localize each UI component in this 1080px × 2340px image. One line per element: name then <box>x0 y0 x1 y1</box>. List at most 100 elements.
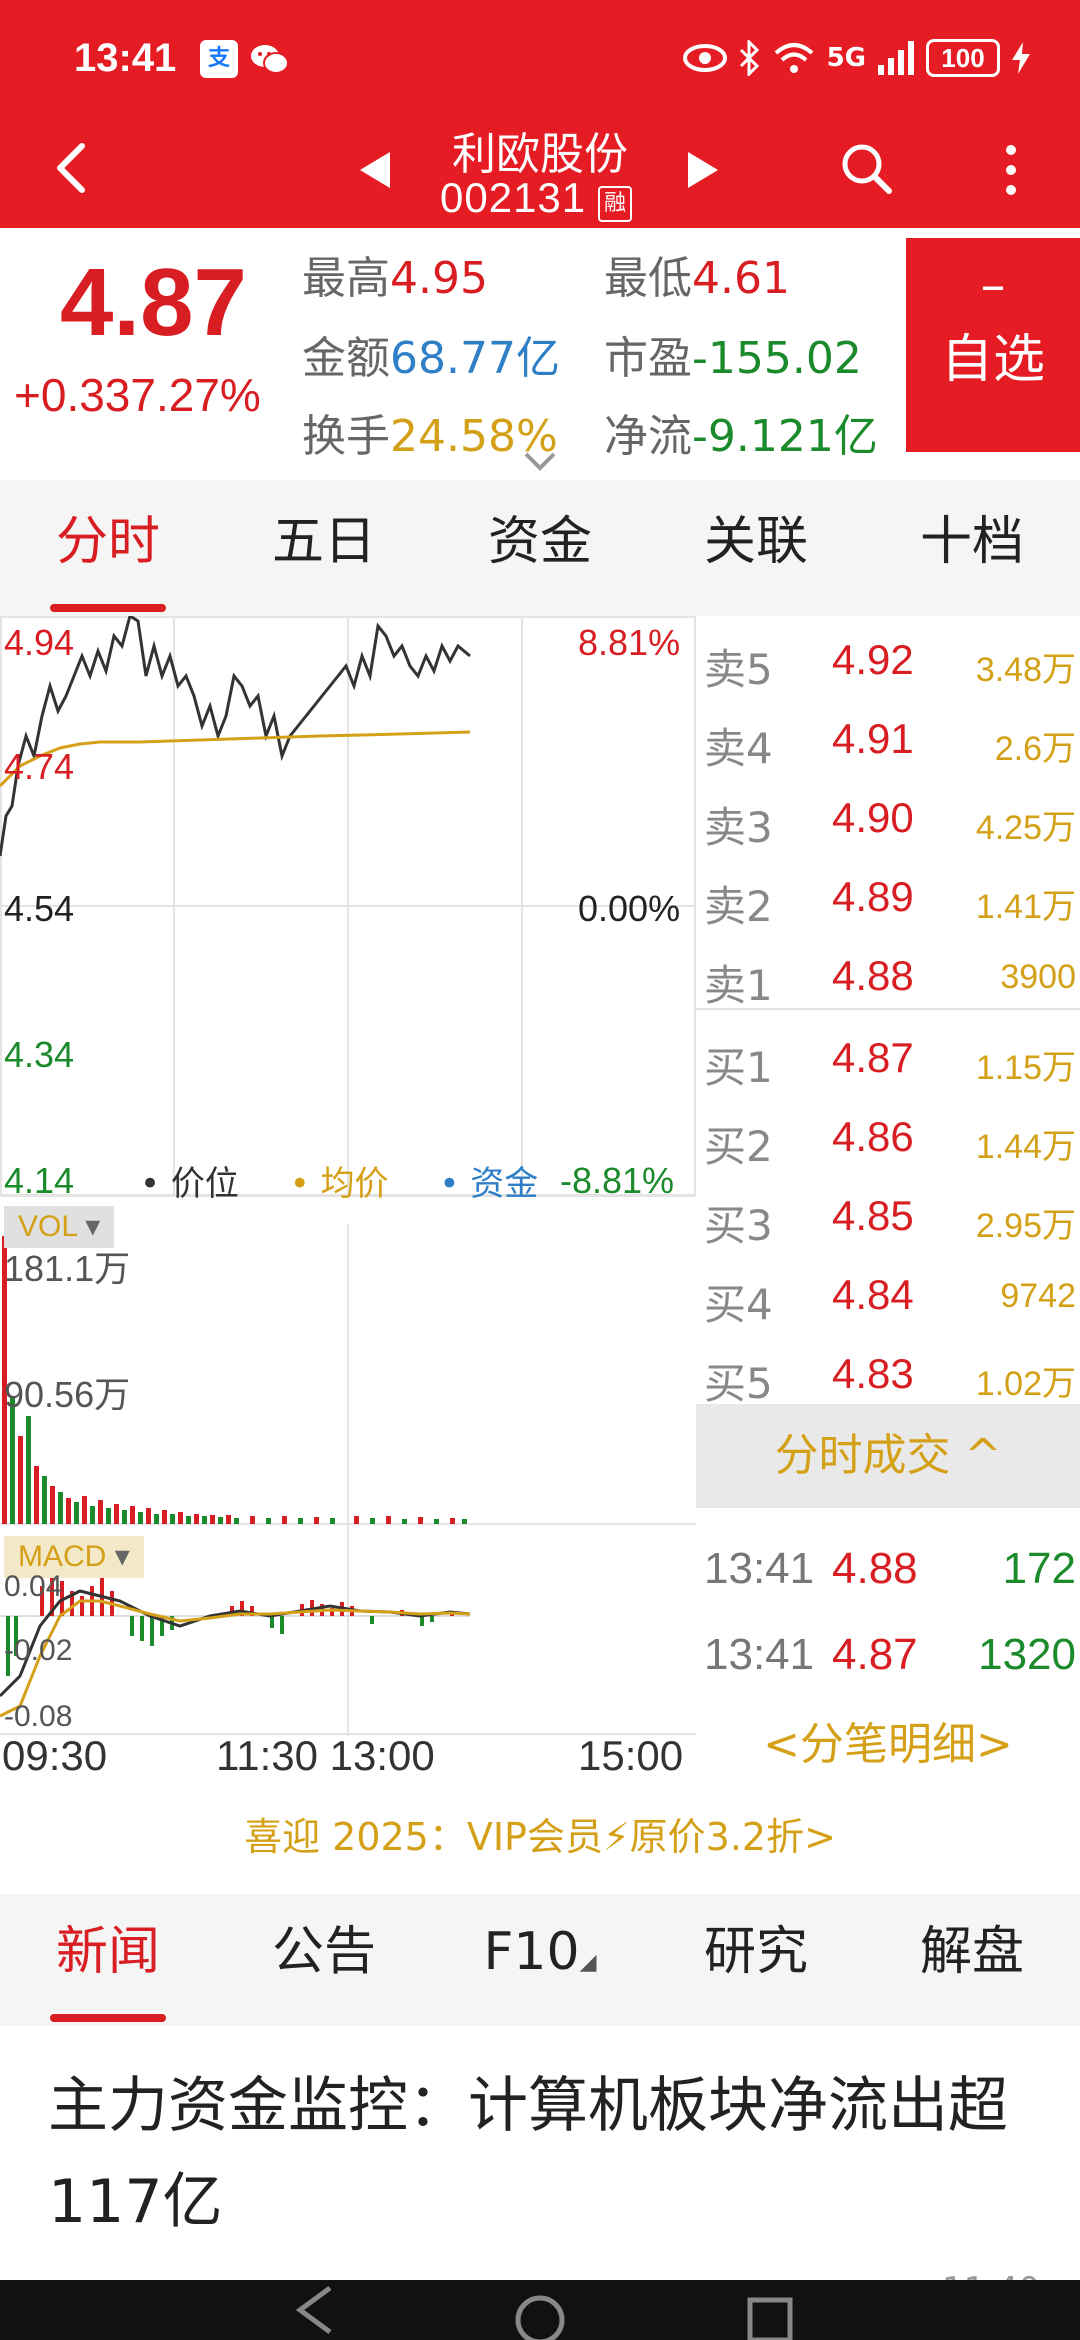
level-label: 买3 <box>704 1201 773 1250</box>
level-volume: 1.15万 <box>975 1049 1076 1087</box>
level-volume: 4.25万 <box>975 809 1076 847</box>
network-type: 5G <box>826 43 866 73</box>
tick-detail-link[interactable]: <分笔明细> <box>696 1708 1080 1772</box>
level-label: 买5 <box>704 1359 773 1408</box>
chart-tabs: 分时 五日 资金 关联 十档 <box>0 480 1080 616</box>
order-book-row: 买1 4.87 1.15万 <box>696 1020 1080 1098</box>
level-label: 卖2 <box>704 882 773 931</box>
stat-value: 4.61 <box>692 253 790 304</box>
level-label: 卖5 <box>704 645 773 694</box>
stat-turnover: 换手24.58% <box>302 400 558 464</box>
legend-price: • 价位 <box>140 1164 239 1204</box>
status-indicators: 5G 100 <box>682 36 1030 80</box>
macd-indicator-label: MACD <box>18 1540 107 1573</box>
system-home-icon[interactable] <box>515 2295 565 2340</box>
level-volume: 1.44万 <box>975 1128 1076 1166</box>
stat-value: -155.02 <box>692 333 862 384</box>
status-bar: 13:41 支 5G 100 <box>0 0 1080 110</box>
tab-ten-level[interactable]: 十档 <box>864 480 1080 616</box>
system-recents-icon[interactable] <box>747 2297 793 2340</box>
search-icon[interactable] <box>838 140 894 196</box>
level-price: 4.87 <box>832 1034 914 1081</box>
legend-funds: • 资金 <box>439 1164 539 1204</box>
tick-volume: 1320 <box>978 1630 1076 1679</box>
alipay-icon: 支 <box>200 40 238 78</box>
price-axis-label: 4.34 <box>4 1034 75 1075</box>
stat-value: -9.121亿 <box>692 411 878 462</box>
level-label: 买1 <box>704 1043 773 1092</box>
more-icon[interactable] <box>996 140 1026 200</box>
tab-announcements[interactable]: 公告 <box>216 1894 432 2026</box>
level-price: 4.90 <box>832 794 914 841</box>
tab-related[interactable]: 关联 <box>648 480 864 616</box>
favorite-button[interactable]: – 自选 <box>906 238 1080 452</box>
next-stock-icon[interactable] <box>688 152 718 188</box>
stat-value: 4.95 <box>390 253 488 304</box>
tab-intraday[interactable]: 分时 <box>0 480 216 616</box>
stat-value: 68.77亿 <box>390 333 560 384</box>
quote-panel: 4.87 +0.337.27% 最高4.95 最低4.61 金额68.77亿 市… <box>0 228 1080 480</box>
level-price: 4.88 <box>832 952 914 999</box>
level-price: 4.85 <box>832 1192 914 1239</box>
wechat-icon <box>251 45 289 74</box>
tick-volume: 172 <box>1002 1544 1076 1593</box>
pct-axis-label: 0.00% <box>578 888 681 929</box>
price-axis-label: 4.54 <box>4 888 75 929</box>
stat-label: 金额 <box>302 333 390 384</box>
macd-axis-label: 0.04 <box>4 1570 63 1603</box>
status-time: 13:41 <box>74 36 177 80</box>
tab-analysis[interactable]: 解盘 <box>864 1894 1080 2026</box>
tick-price: 4.88 <box>832 1544 918 1593</box>
order-book-row: 卖5 4.92 3.48万 <box>696 622 1080 700</box>
order-book-divider <box>696 1008 1080 1010</box>
tab-funds[interactable]: 资金 <box>432 480 648 616</box>
chevron-down-icon[interactable] <box>522 450 558 472</box>
stat-amount: 金额68.77亿 <box>302 322 560 386</box>
stat-label: 最高 <box>302 253 390 304</box>
tab-research[interactable]: 研究 <box>648 1894 864 2026</box>
tab-five-day[interactable]: 五日 <box>216 480 432 616</box>
nav-bar: 利欧股份 002131 融 <box>0 110 1080 228</box>
stat-net-flow: 净流-9.121亿 <box>604 400 878 464</box>
level-volume: 3900 <box>1000 958 1076 996</box>
volume-indicator-label: VOL <box>18 1210 77 1243</box>
top-bar: 13:41 支 5G 100 利欧股份 002131 融 <box>0 0 1080 228</box>
stat-high: 最高4.95 <box>302 242 488 306</box>
tick-row: 13:41 4.87 1320 <box>696 1630 1080 1710</box>
stock-code: 002131 <box>440 174 587 221</box>
stat-label: 换手 <box>302 411 390 462</box>
tick-time: 13:41 <box>704 1544 815 1593</box>
chart-legend: • 价位 • 均价 • 资金 <box>140 1156 578 1205</box>
level-price: 4.86 <box>832 1113 914 1160</box>
order-book-row: 卖4 4.91 2.6万 <box>696 701 1080 779</box>
time-axis-label: 09:30 <box>2 1732 108 1779</box>
order-book-row: 卖1 4.88 3900 <box>696 938 1080 1016</box>
tab-f10[interactable]: F10◢ <box>432 1894 648 2026</box>
system-navigation-bar <box>0 2280 1080 2340</box>
level-volume: 1.41万 <box>975 888 1076 926</box>
wifi-icon <box>774 43 813 73</box>
battery-indicator: 100 <box>926 39 1000 77</box>
tab-news[interactable]: 新闻 <box>0 1894 216 2026</box>
system-back-icon[interactable] <box>295 2285 332 2335</box>
change-percent: 7.27% <box>130 369 261 421</box>
order-book-row: 买2 4.86 1.44万 <box>696 1099 1080 1177</box>
level-volume: 2.95万 <box>975 1207 1076 1245</box>
vip-promo-banner[interactable]: 喜迎 2025：VIP会员⚡原价3.2折> <box>0 1806 1080 1861</box>
news-headline[interactable]: 主力资金监控：计算机板块净流出超117亿 <box>48 2058 1048 2250</box>
price-axis-label: 4.14 <box>4 1160 75 1201</box>
price-axis-label: 4.74 <box>4 746 75 787</box>
news-tabs: 新闻 公告 F10◢ 研究 解盘 <box>0 1894 1080 2026</box>
system-nav-icons <box>295 2285 793 2340</box>
eye-icon <box>682 44 727 72</box>
level-label: 卖1 <box>704 961 773 1010</box>
time-axis-label: 15:00 <box>578 1732 684 1779</box>
tick-time: 13:41 <box>704 1630 815 1679</box>
favorite-label: 自选 <box>940 330 1045 390</box>
level-price: 4.92 <box>832 636 914 683</box>
stat-label: 净流 <box>604 411 692 462</box>
tab-f10-label: F10 <box>483 1922 580 1982</box>
level-price: 4.84 <box>832 1271 914 1318</box>
tick-trades-toggle[interactable]: 分时成交 ^ <box>696 1404 1080 1508</box>
order-book-row: 买3 4.85 2.95万 <box>696 1178 1080 1256</box>
